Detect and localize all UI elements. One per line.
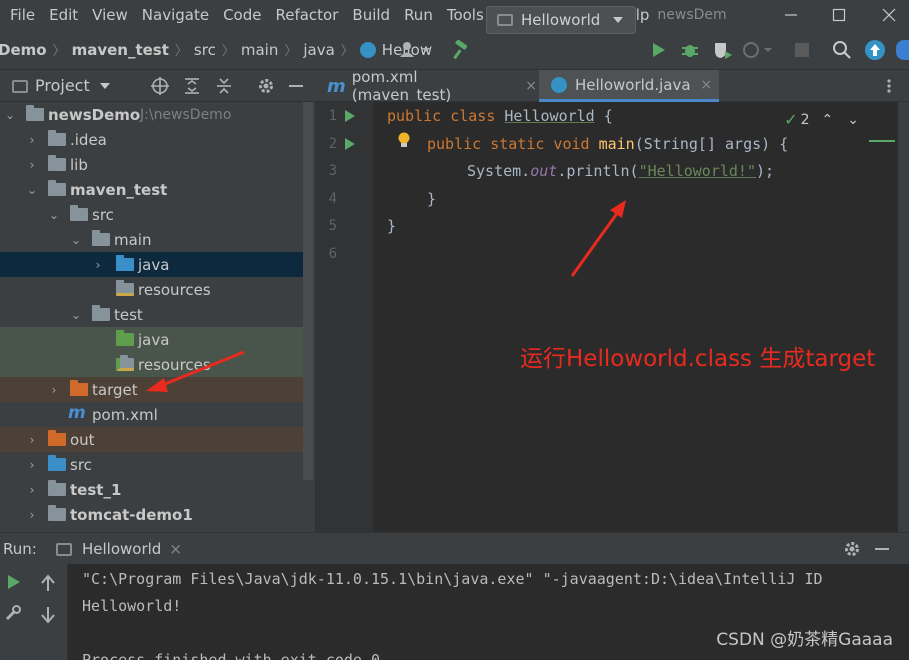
console-line: Helloworld! [82,597,182,615]
rerun-icon[interactable] [6,574,22,590]
arrow-down-icon[interactable] [40,606,56,624]
hide-panel-icon[interactable] [875,548,889,550]
console-line: Process finished with exit code 0 [82,651,381,660]
run-label: Run: [3,539,37,558]
wrench-icon[interactable] [4,604,22,622]
watermark: CSDN @奶茶精Gaaaa [716,630,893,650]
annotation-text: 运行Helloworld.class 生成target [520,346,876,372]
run-toolbar [0,564,68,660]
arrow-up-icon[interactable] [40,574,56,592]
run-tab-helloworld[interactable]: Helloworld × [56,533,182,565]
console-line: "C:\Program Files\Java\jdk-11.0.15.1\bin… [82,570,823,588]
run-console: "C:\Program Files\Java\jdk-11.0.15.1\bin… [0,564,909,660]
run-window-header: Run: Helloworld × [0,532,909,564]
gear-icon[interactable] [842,539,862,559]
run-tab-label: Helloworld [82,540,162,558]
console-icon [56,542,72,556]
close-icon[interactable]: × [169,540,182,558]
